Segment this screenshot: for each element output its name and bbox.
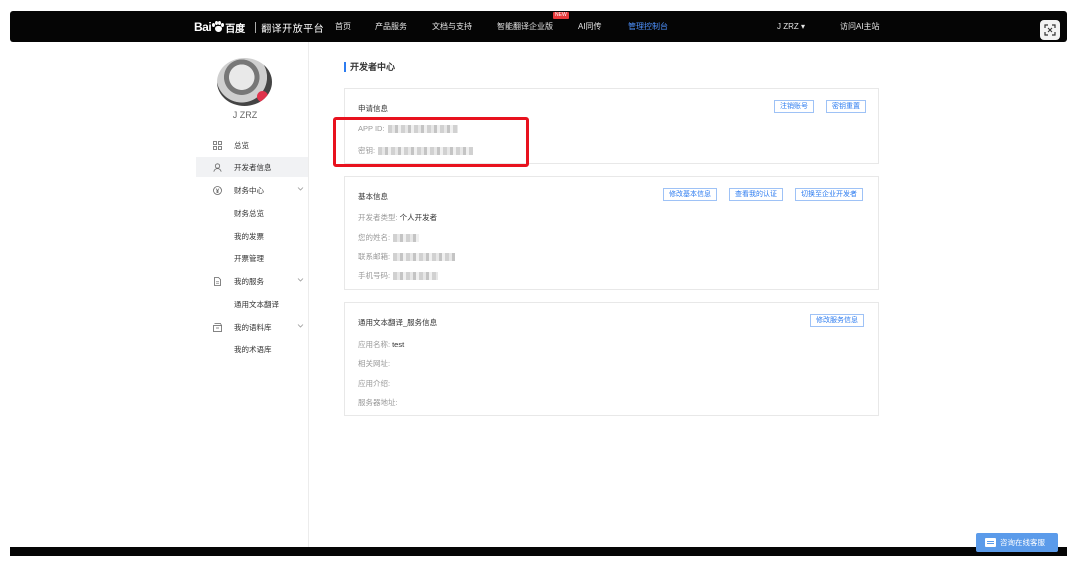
visit-ai-link[interactable]: 访问AI主站 xyxy=(840,11,880,42)
app-intro-label: 应用介绍: xyxy=(358,379,391,388)
view-verification-button[interactable]: 查看我的认证 xyxy=(729,188,783,201)
sidebar-item-label: 财务总览 xyxy=(234,208,264,218)
yen-icon xyxy=(213,185,222,195)
nav-home[interactable]: 首页 xyxy=(335,11,351,42)
service-info-title: 通用文本翻译_服务信息 xyxy=(358,318,438,327)
phone-row: 手机号码: xyxy=(358,270,439,281)
document-icon xyxy=(214,276,221,286)
chat-icon xyxy=(985,538,996,547)
edit-basic-info-button[interactable]: 修改基本信息 xyxy=(663,188,717,201)
box-icon xyxy=(213,322,222,332)
sidebar-item-label: 我的语料库 xyxy=(234,322,272,332)
sidebar-item-finance[interactable]: 财务中心 xyxy=(196,180,308,200)
chevron-down-icon xyxy=(297,187,304,191)
sidebar-item-terminology[interactable]: 我的术语库 xyxy=(196,339,308,359)
email-label: 联系邮箱: xyxy=(358,252,391,261)
sidebar-item-developer-info[interactable]: 开发者信息 xyxy=(196,157,308,177)
scan-icon xyxy=(1044,24,1056,36)
service-info-card: 通用文本翻译_服务信息 修改服务信息 应用名称: test 相关网址: 应用介绍… xyxy=(344,302,879,416)
sidebar-item-finance-overview[interactable]: 财务总览 xyxy=(196,203,308,223)
developer-type-label: 开发者类型: xyxy=(358,213,398,222)
sidebar-item-label: 我的服务 xyxy=(234,276,264,286)
nav-ai-interpret[interactable]: AI同传 xyxy=(578,11,602,42)
chevron-down-icon xyxy=(297,278,304,282)
screenshot-button[interactable] xyxy=(1040,20,1060,40)
new-badge: NEW xyxy=(553,12,569,19)
phone-label: 手机号码: xyxy=(358,271,391,280)
nav-enterprise[interactable]: 智能翻译企业版 NEW xyxy=(497,11,569,42)
platform-title: 翻译开放平台 xyxy=(261,23,325,35)
app-name-value: test xyxy=(392,340,405,349)
nav-enterprise-label: 智能翻译企业版 xyxy=(497,22,553,31)
related-url-label: 相关网址: xyxy=(358,359,391,368)
online-support-button[interactable]: 咨询在线客服 xyxy=(976,533,1058,552)
reset-secret-button[interactable]: 密钥重置 xyxy=(826,100,866,113)
bottom-bar xyxy=(10,547,1067,556)
logout-account-button[interactable]: 注销账号 xyxy=(774,100,814,113)
app-name-label: 应用名称: xyxy=(358,340,391,349)
basic-info-card: 基本信息 修改基本信息 查看我的认证 切换至企业开发者 开发者类型: 个人开发者… xyxy=(344,176,879,290)
sidebar-item-text-translation[interactable]: 通用文本翻译 xyxy=(196,294,308,314)
sidebar-item-label: 我的发票 xyxy=(234,231,264,241)
title-accent-bar xyxy=(344,61,346,72)
related-url-row: 相关网址: xyxy=(358,358,390,369)
sidebar-item-label: 财务中心 xyxy=(234,185,264,195)
apply-info-title: 申请信息 xyxy=(358,104,388,113)
nav-console[interactable]: 管理控制台 xyxy=(628,11,668,42)
switch-enterprise-button[interactable]: 切换至企业开发者 xyxy=(795,188,863,201)
paw-icon xyxy=(212,21,225,33)
nav-products[interactable]: 产品服务 xyxy=(375,11,407,42)
sidebar-item-label: 开票管理 xyxy=(234,253,264,263)
sidebar-item-invoice-management[interactable]: 开票管理 xyxy=(196,248,308,268)
grid-icon xyxy=(213,140,222,150)
app-intro-row: 应用介绍: xyxy=(358,378,390,389)
phone-value-redacted xyxy=(393,271,439,280)
heart-icon xyxy=(257,91,268,102)
name-value-redacted xyxy=(393,233,420,242)
nav-docs[interactable]: 文档与支持 xyxy=(432,11,472,42)
email-row: 联系邮箱: xyxy=(358,251,456,262)
basic-info-title: 基本信息 xyxy=(358,192,388,201)
sidebar-item-label: 总览 xyxy=(234,140,249,150)
logo-bai-text: Bai xyxy=(194,20,212,34)
sidebar-item-my-services[interactable]: 我的服务 xyxy=(196,271,308,291)
developer-type-row: 开发者类型: 个人开发者 xyxy=(358,212,437,223)
sidebar-item-overview[interactable]: 总览 xyxy=(196,135,308,155)
page-title-text: 开发者中心 xyxy=(350,62,396,72)
chevron-down-icon xyxy=(297,324,304,328)
server-address-label: 服务器地址: xyxy=(358,398,398,407)
page-title: 开发者中心 xyxy=(344,60,395,73)
sidebar-item-label: 通用文本翻译 xyxy=(234,299,279,309)
app-name-row: 应用名称: test xyxy=(358,339,404,350)
logo-cn-text: 百度 xyxy=(225,23,246,35)
baidu-logo[interactable]: Bai 百度 翻译开放平台 xyxy=(194,19,324,35)
server-address-row: 服务器地址: xyxy=(358,397,398,408)
edit-service-info-button[interactable]: 修改服务信息 xyxy=(810,314,864,327)
user-menu[interactable]: J ZRZ ▾ xyxy=(777,11,805,42)
developer-type-value: 个人开发者 xyxy=(399,213,438,222)
sidebar-user-name: J ZRZ xyxy=(232,110,258,120)
logo-divider xyxy=(255,21,257,33)
name-row: 您的姓名: xyxy=(358,232,420,243)
avatar[interactable] xyxy=(217,58,272,106)
red-highlight-annotation xyxy=(333,117,529,167)
sidebar-item-label: 开发者信息 xyxy=(234,162,272,172)
name-label: 您的姓名: xyxy=(358,233,391,242)
top-navigation-bar: Bai 百度 翻译开放平台 首页 产品服务 文档与支持 智能翻译企业版 NEW … xyxy=(10,11,1067,42)
email-value-redacted xyxy=(393,252,456,261)
sidebar-item-label: 我的术语库 xyxy=(234,344,272,354)
sidebar-item-corpus[interactable]: 我的语料库 xyxy=(196,317,308,337)
sidebar-item-invoices[interactable]: 我的发票 xyxy=(196,226,308,246)
user-icon xyxy=(213,162,222,172)
online-support-label: 咨询在线客服 xyxy=(1000,538,1045,547)
